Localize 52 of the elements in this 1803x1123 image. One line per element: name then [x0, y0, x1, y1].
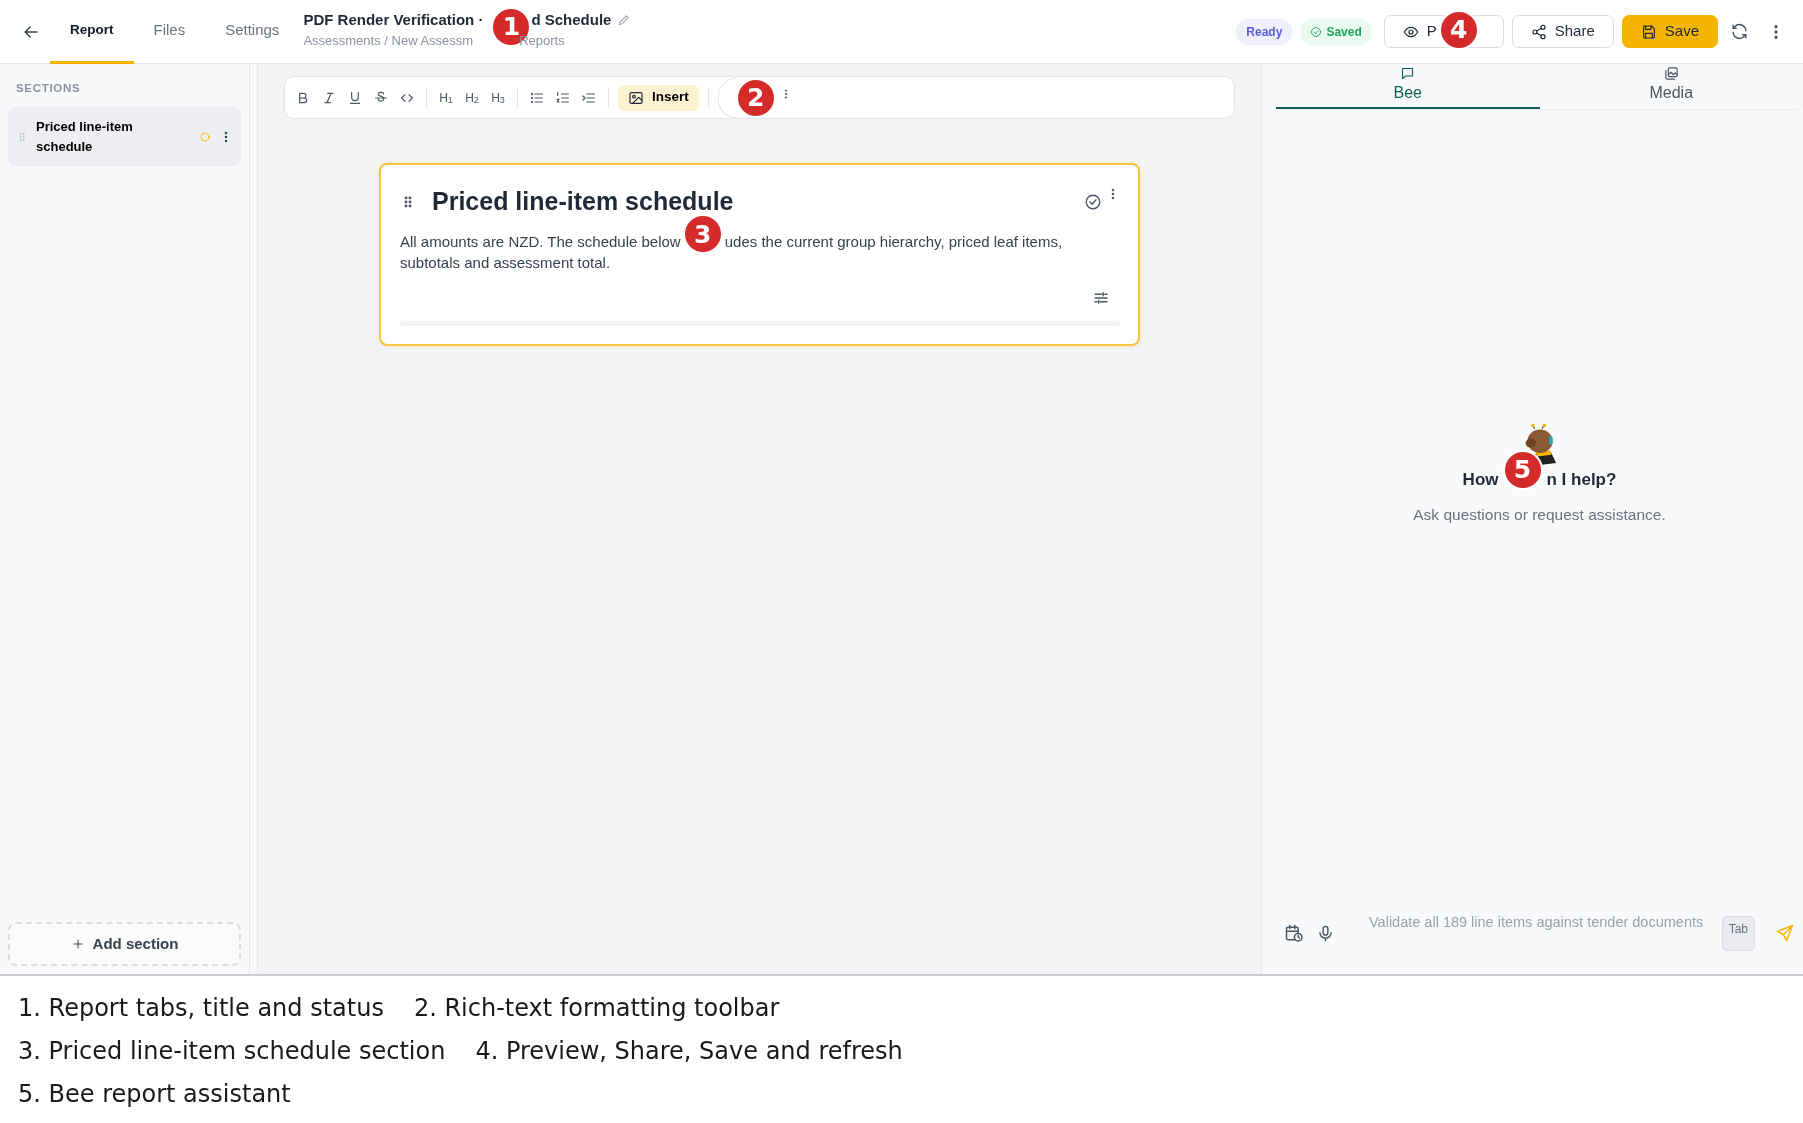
status-badge: Ready [1236, 18, 1293, 45]
breadcrumb-text: Reports [519, 31, 565, 50]
check-circle-icon[interactable] [1084, 192, 1102, 211]
callout-marker: 5 [1502, 449, 1543, 490]
numbered-list-icon [555, 89, 571, 106]
section-name: Priced line-item schedule [36, 118, 134, 156]
panel-tab[interactable]: Media [1539, 64, 1803, 109]
add-section-button[interactable]: Add section [8, 922, 241, 966]
breadcrumb-text: Assessments / New Assessm [303, 31, 474, 50]
share-icon [1530, 23, 1547, 40]
speech-bubble-icon [1400, 66, 1416, 81]
body-text: udes the current group hierarchy, priced leaf items, [724, 231, 1063, 252]
share-button[interactable]: Share [1511, 15, 1614, 48]
panel-tab[interactable]: Bee [1276, 64, 1540, 109]
insert-button[interactable]: Insert [618, 84, 699, 111]
chat-input-field[interactable]: Validate all 189 line items against tender documents [1367, 910, 1714, 956]
callout-marker: 2 [735, 77, 776, 118]
status-ring-icon [199, 130, 211, 143]
body-text: All amounts are NZD. The schedule below [400, 231, 681, 252]
microphone-icon[interactable] [1316, 923, 1335, 943]
calendar-clock-icon[interactable] [1284, 923, 1304, 943]
sidebar-heading: SECTIONS [15, 81, 82, 96]
legend-item: 3. Priced line-item schedule section [18, 1036, 446, 1067]
report-title: d Schedule [531, 9, 612, 30]
heading-button[interactable]: H$_{3}$ [488, 85, 508, 110]
images-icon [1663, 66, 1679, 81]
heading-button[interactable]: H$_{2}$ [462, 85, 482, 110]
legend-item: 2. Rich-text formatting toolbar [413, 993, 780, 1024]
callout-marker: 3 [682, 214, 723, 254]
legend-item: 4. Preview, Share, Save and refresh [475, 1036, 903, 1067]
save-button[interactable]: Save [1621, 15, 1718, 48]
saved-badge: Saved [1300, 18, 1372, 45]
page-tab[interactable]: Settings [205, 0, 300, 64]
plus-icon [70, 937, 85, 951]
assistant-heading: n I help? [1546, 469, 1617, 492]
drag-handle-icon[interactable] [16, 130, 28, 143]
legend-item: 1. Report tabs, title and status [18, 993, 384, 1024]
page-tab[interactable]: Files [133, 0, 206, 64]
key-hint: Tab [1721, 915, 1755, 951]
section-list-item[interactable]: Priced line-item schedule [8, 107, 241, 167]
heading-button[interactable]: H$_{1}$ [436, 85, 456, 110]
section-title: Priced line-item schedule [432, 186, 734, 217]
assistant-subtitle: Ask questions or request assistance. [1413, 504, 1666, 525]
report-title: PDF Render Verification · [303, 9, 484, 30]
assistant-heading: How [1462, 469, 1499, 492]
underline-icon [347, 89, 363, 106]
check-circle-icon [1310, 25, 1323, 38]
image-icon [628, 89, 644, 106]
refresh-icon[interactable] [1730, 22, 1749, 41]
body-text: subtotals and assessment total. [400, 252, 612, 273]
callout-marker: 4 [1438, 9, 1479, 50]
legend-item: 5. Bee report assistant [18, 1079, 291, 1110]
